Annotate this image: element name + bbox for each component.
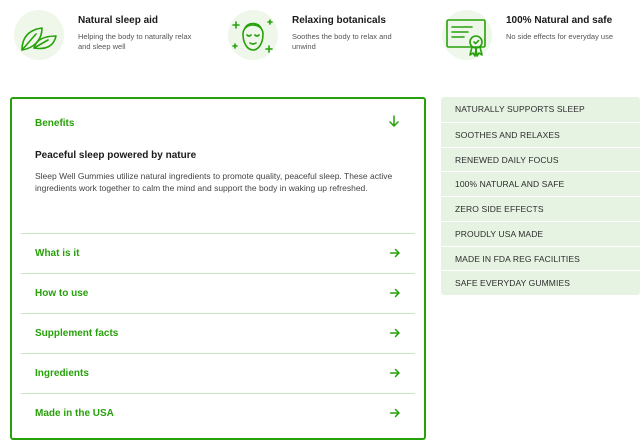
benefit-tag: 100% NATURAL AND SAFE	[441, 171, 640, 196]
feature-title: 100% Natural and safe	[506, 15, 613, 26]
accordion-section-benefits: Benefits Peaceful sleep powered by natur…	[21, 99, 415, 234]
accordion-header-benefits[interactable]: Benefits	[35, 118, 74, 129]
arrow-right-icon	[389, 328, 400, 338]
arrow-down-icon[interactable]	[387, 114, 401, 128]
feature-description: Helping the body to naturally relax and …	[78, 32, 192, 51]
leaf-icon	[12, 8, 66, 62]
feature-description: Soothes the body to relax and unwind	[292, 32, 392, 51]
benefit-tag: NATURALLY SUPPORTS SLEEP	[441, 97, 640, 122]
arrow-right-icon	[389, 408, 400, 418]
benefit-tag-label: NATURALLY SUPPORTS SLEEP	[455, 104, 585, 114]
accordion-item-label: How to use	[35, 288, 89, 299]
benefit-tag-label: ZERO SIDE EFFECTS	[455, 204, 544, 214]
accordion-item-ingredients[interactable]: Ingredients	[21, 354, 415, 394]
accordion-item-what-is-it[interactable]: What is it	[21, 234, 415, 274]
feature-title: Relaxing botanicals	[292, 15, 386, 26]
certificate-icon	[440, 8, 494, 62]
feature-natural-sleep-aid: Natural sleep aid Helping the body to na…	[12, 8, 198, 62]
benefit-tag-label: 100% NATURAL AND SAFE	[455, 179, 565, 190]
benefit-tag: ZERO SIDE EFFECTS	[441, 196, 640, 221]
feature-description: No side effects for everyday use	[506, 32, 613, 41]
benefit-tag: RENEWED DAILY FOCUS	[441, 146, 640, 172]
relaxed-face-icon	[226, 8, 280, 62]
accordion-item-how-to-use[interactable]: How to use	[21, 274, 415, 314]
benefit-tag-label: SOOTHES AND RELAXES	[455, 129, 560, 140]
benefit-tag-label: MADE IN FDA REG FACILITIES	[455, 253, 580, 264]
arrow-right-icon	[389, 368, 400, 378]
accordion-item-label: Supplement facts	[35, 328, 119, 339]
arrow-right-icon	[389, 248, 400, 258]
accordion-item-made-in-usa[interactable]: Made in the USA	[21, 394, 415, 434]
accordion-item-label: Ingredients	[35, 368, 89, 379]
benefits-description: Sleep Well Gummies utilize natural ingre…	[35, 171, 393, 193]
feature-title: Natural sleep aid	[78, 15, 159, 26]
feature-relaxing-botanicals: Relaxing botanicals Soothes the body to …	[226, 8, 412, 62]
benefit-tag: PROUDLY USA MADE	[441, 220, 640, 246]
benefit-tag: SOOTHES AND RELAXES	[441, 121, 640, 147]
benefit-tags-list: NATURALLY SUPPORTS SLEEP SOOTHES AND REL…	[441, 97, 640, 295]
benefit-tag-label: PROUDLY USA MADE	[455, 228, 544, 239]
accordion-item-label: What is it	[35, 248, 80, 259]
feature-natural-and-safe: 100% Natural and safe No side effects fo…	[440, 8, 626, 62]
benefit-tag-label: RENEWED DAILY FOCUS	[455, 154, 559, 165]
benefits-subtitle: Peaceful sleep powered by nature	[35, 150, 197, 161]
benefit-tag: MADE IN FDA REG FACILITIES	[441, 245, 640, 271]
accordion-item-label: Made in the USA	[35, 408, 114, 419]
arrow-right-icon	[389, 288, 400, 298]
product-info-accordion: Benefits Peaceful sleep powered by natur…	[10, 97, 426, 440]
benefit-tag-label: SAFE EVERYDAY GUMMIES	[455, 278, 570, 289]
benefit-tag: SAFE EVERYDAY GUMMIES	[441, 270, 640, 295]
accordion-item-supplement-facts[interactable]: Supplement facts	[21, 314, 415, 354]
